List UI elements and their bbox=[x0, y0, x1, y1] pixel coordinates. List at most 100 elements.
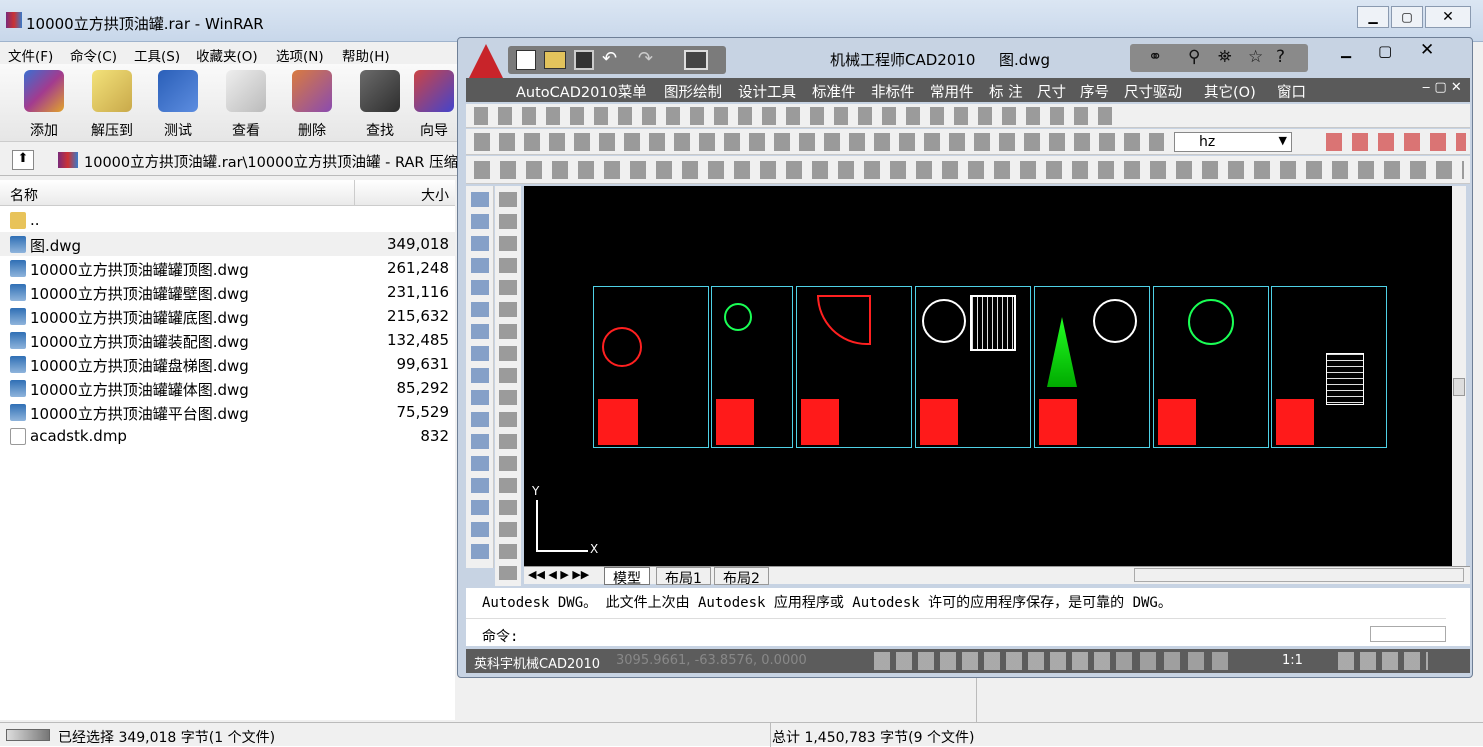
view-button[interactable]: 查看 bbox=[216, 70, 276, 140]
file-row-selected[interactable]: 图.dwg 349,018 bbox=[0, 232, 455, 256]
maximize-button[interactable]: ▢ bbox=[1391, 6, 1423, 28]
delete-button[interactable]: 删除 bbox=[282, 70, 342, 140]
tab-layout1[interactable]: 布局1 bbox=[656, 567, 711, 587]
star-icon[interactable]: ☆ bbox=[1248, 47, 1263, 67]
file-row[interactable]: 10000立方拱顶油罐罐顶图.dwg 261,248 bbox=[0, 256, 455, 280]
cad-close-button[interactable]: ✕ bbox=[1420, 40, 1434, 60]
folder-icon bbox=[10, 212, 26, 229]
add-button[interactable]: 添加 bbox=[14, 70, 74, 140]
navigation-icons[interactable] bbox=[1116, 652, 1236, 670]
tab-nav-arrows[interactable]: ◀◀ ◀ ▶ ▶▶ bbox=[528, 568, 589, 581]
menu-sequence[interactable]: 序号 bbox=[1080, 81, 1109, 102]
column-size[interactable]: 大小 bbox=[421, 185, 449, 205]
drawing-sheet[interactable] bbox=[1034, 286, 1150, 448]
scroll-thumb[interactable] bbox=[1453, 378, 1465, 396]
standard-toolbar-icons[interactable] bbox=[474, 107, 1114, 125]
open-folder-icon[interactable] bbox=[544, 51, 566, 69]
extract-to-button[interactable]: 解压到 bbox=[82, 70, 142, 140]
vertical-scrollbar[interactable] bbox=[1452, 186, 1466, 566]
command-scrollbar[interactable] bbox=[1370, 626, 1446, 642]
menu-annotate[interactable]: 标 注 bbox=[989, 81, 1023, 102]
close-button[interactable]: ✕ bbox=[1425, 6, 1471, 28]
menu-other[interactable]: 其它(O) bbox=[1204, 81, 1256, 102]
status-app-name: 英科宇机械CAD2010 bbox=[474, 657, 601, 672]
modify-icons[interactable] bbox=[471, 192, 489, 562]
drawing-detail bbox=[922, 299, 966, 343]
drawing-detail bbox=[1093, 299, 1137, 343]
undo-icon[interactable]: ↶ bbox=[602, 48, 617, 69]
menu-tools[interactable]: 工具(S) bbox=[134, 45, 180, 65]
redo-icon[interactable]: ↷ bbox=[638, 48, 653, 69]
dwg-file-icon bbox=[10, 404, 26, 421]
menu-help[interactable]: 帮助(H) bbox=[342, 45, 390, 65]
layout-tabs-bar: ◀◀ ◀ ▶ ▶▶ 模型 布局1 布局2 bbox=[524, 566, 1470, 587]
cad-window: ↶ ↷ 机械工程师CAD2010 图.dwg ⚭ ⚲ ⛯ ☆ ? ▁ ▢ ✕ A… bbox=[457, 37, 1473, 678]
file-row[interactable]: 10000立方拱顶油罐盘梯图.dwg 99,631 bbox=[0, 352, 455, 376]
dwg-file-icon bbox=[10, 356, 26, 373]
file-row[interactable]: .. bbox=[0, 208, 455, 232]
tab-layout2[interactable]: 布局2 bbox=[714, 567, 769, 587]
menu-favorites[interactable]: 收藏夹(O) bbox=[196, 45, 258, 65]
cad-minimize-button[interactable]: ▁ bbox=[1341, 44, 1351, 59]
drawing-sheet[interactable] bbox=[593, 286, 709, 448]
binoculars-icon bbox=[360, 70, 400, 112]
doc-minimize-icon[interactable]: ‒ ▢ ✕ bbox=[1422, 80, 1462, 95]
new-file-icon[interactable] bbox=[516, 50, 536, 70]
file-row[interactable]: 10000立方拱顶油罐平台图.dwg 75,529 bbox=[0, 400, 455, 424]
drafting-toggles[interactable] bbox=[874, 652, 1110, 670]
file-row[interactable]: 10000立方拱顶油罐罐底图.dwg 215,632 bbox=[0, 304, 455, 328]
menu-nonstandard-parts[interactable]: 非标件 bbox=[871, 81, 915, 102]
help-icon[interactable]: ? bbox=[1276, 47, 1285, 67]
binoculars-icon[interactable]: ⚭ bbox=[1148, 47, 1162, 67]
archive-add-icon bbox=[24, 70, 64, 112]
file-row[interactable]: 10000立方拱顶油罐罐体图.dwg 85,292 bbox=[0, 376, 455, 400]
drawing-sheet[interactable] bbox=[711, 286, 793, 448]
workspace-icons[interactable] bbox=[1338, 652, 1428, 670]
menu-design-tools[interactable]: 设计工具 bbox=[738, 81, 796, 102]
tab-model[interactable]: 模型 bbox=[604, 567, 650, 587]
menu-dimension-drive[interactable]: 尺寸驱动 bbox=[1124, 81, 1182, 102]
key-icon[interactable]: ⚲ bbox=[1188, 47, 1200, 67]
horizontal-scrollbar[interactable] bbox=[1134, 568, 1464, 582]
status-total: 总计 1,450,783 字节(9 个文件) bbox=[772, 730, 975, 746]
drawing-sheet[interactable] bbox=[1271, 286, 1387, 448]
menu-common-parts[interactable]: 常用件 bbox=[930, 81, 974, 102]
column-name[interactable]: 名称 bbox=[10, 185, 38, 205]
command-prompt[interactable]: 命令: bbox=[482, 626, 518, 646]
drawing-table bbox=[920, 399, 958, 445]
menu-dimension[interactable]: 尺寸 bbox=[1037, 81, 1066, 102]
menu-options[interactable]: 选项(N) bbox=[276, 45, 324, 65]
wizard-button[interactable]: 向导 bbox=[414, 70, 454, 140]
minimize-button[interactable]: ▁ bbox=[1357, 6, 1389, 28]
glasses-icon bbox=[226, 70, 266, 112]
test-button[interactable]: 测试 bbox=[148, 70, 208, 140]
print-icon[interactable] bbox=[684, 50, 708, 70]
up-folder-button[interactable]: ⬆ bbox=[12, 150, 34, 170]
drawing-sheet[interactable] bbox=[1153, 286, 1269, 448]
modify-toolbar bbox=[466, 186, 494, 568]
menu-file[interactable]: 文件(F) bbox=[8, 45, 53, 65]
drawing-sheet[interactable] bbox=[796, 286, 912, 448]
file-row[interactable]: acadstk.dmp 832 bbox=[0, 424, 455, 448]
satellite-icon[interactable]: ⛯ bbox=[1218, 47, 1232, 67]
menu-window[interactable]: 窗口 bbox=[1277, 81, 1306, 102]
drawing-sheet[interactable] bbox=[915, 286, 1031, 448]
draw-toolbar-icons[interactable] bbox=[474, 161, 1464, 179]
save-icon[interactable] bbox=[574, 50, 594, 70]
menu-command[interactable]: 命令(C) bbox=[70, 45, 117, 65]
file-row[interactable]: 10000立方拱顶油罐装配图.dwg 132,485 bbox=[0, 328, 455, 352]
layer-select[interactable]: hz ▼ bbox=[1174, 132, 1292, 152]
drawing-tools-icons[interactable] bbox=[499, 192, 517, 580]
cad-maximize-button[interactable]: ▢ bbox=[1378, 42, 1392, 60]
find-button[interactable]: 查找 bbox=[350, 70, 410, 140]
drawing-table bbox=[801, 399, 839, 445]
dimension-icons[interactable] bbox=[1326, 133, 1466, 151]
file-row[interactable]: 10000立方拱顶油罐罐壁图.dwg 231,116 bbox=[0, 280, 455, 304]
menu-autocad[interactable]: AutoCAD2010菜单 bbox=[516, 81, 647, 102]
annotation-scale[interactable]: 1:1 bbox=[1282, 653, 1303, 668]
drawing-canvas[interactable]: Y X bbox=[524, 186, 1452, 566]
menu-standard-parts[interactable]: 标准件 bbox=[812, 81, 856, 102]
menu-drawing[interactable]: 图形绘制 bbox=[664, 81, 722, 102]
cad-tools-icons[interactable] bbox=[474, 133, 1164, 151]
address-path[interactable]: 10000立方拱顶油罐.rar\10000立方拱顶油罐 - RAR 压缩 bbox=[84, 151, 460, 172]
